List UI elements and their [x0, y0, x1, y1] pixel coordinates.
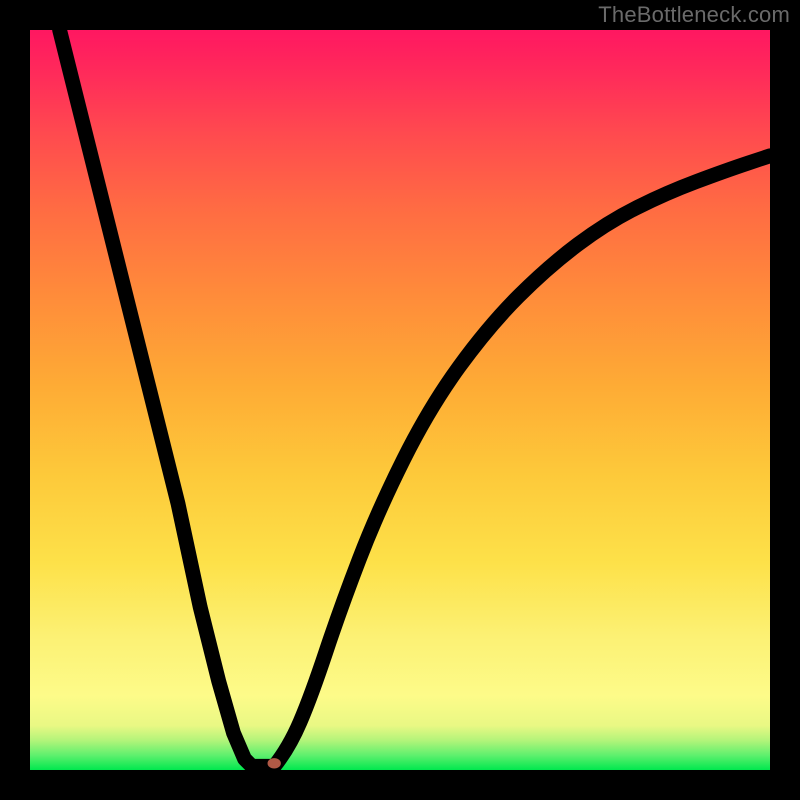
plot-svg	[30, 30, 770, 770]
plot-area	[30, 30, 770, 770]
minimum-marker	[268, 758, 281, 768]
series-right-branch	[274, 156, 770, 767]
watermark-text: TheBottleneck.com	[598, 2, 790, 28]
chart-frame: TheBottleneck.com	[0, 0, 800, 800]
series-left-branch	[60, 30, 252, 766]
